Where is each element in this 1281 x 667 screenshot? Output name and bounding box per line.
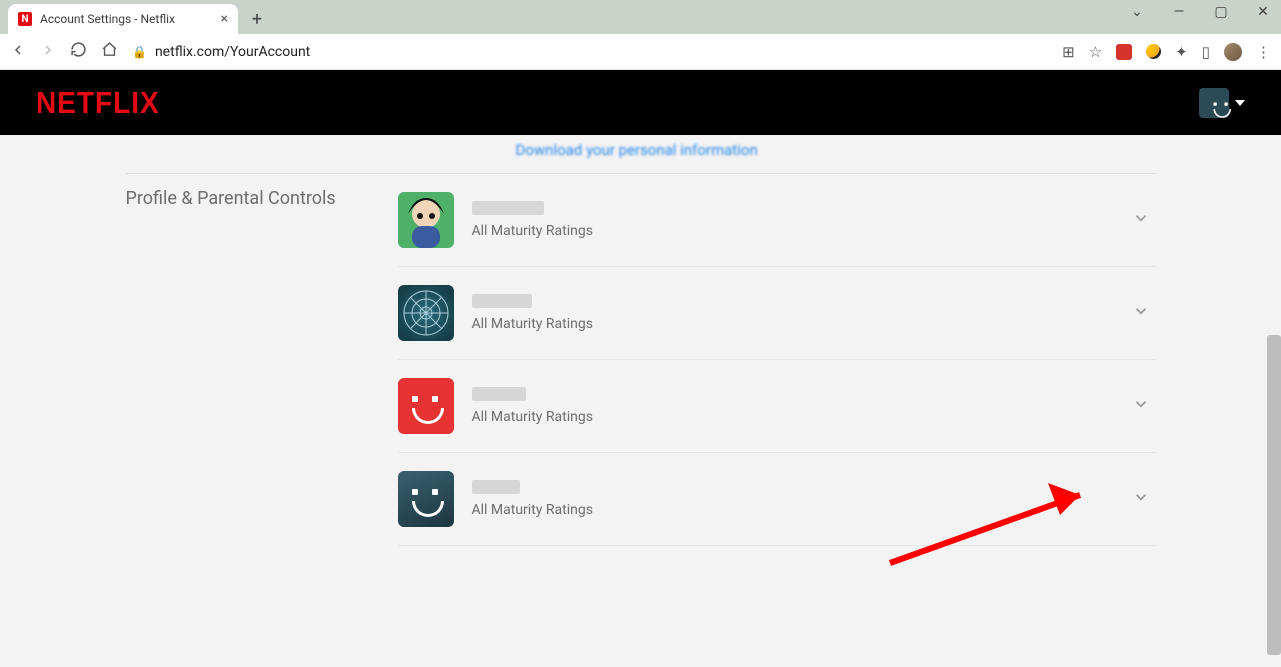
close-window-icon[interactable]: ✕ — [1251, 4, 1275, 20]
profile-avatar — [398, 192, 454, 248]
chevron-down-icon[interactable] — [1132, 395, 1150, 417]
shield-extension-icon[interactable] — [1116, 44, 1132, 60]
browser-profile-icon[interactable] — [1224, 43, 1242, 61]
tab-strip: N Account Settings - Netflix × + — [0, 0, 1281, 34]
profile-row[interactable]: All Maturity Ratings — [398, 188, 1156, 267]
tab-title: Account Settings - Netflix — [40, 12, 175, 26]
chevron-down-icon[interactable] — [1132, 488, 1150, 510]
profile-info: All Maturity Ratings — [472, 387, 593, 425]
profile-rating: All Maturity Ratings — [472, 316, 593, 332]
profile-avatar — [398, 378, 454, 434]
download-personal-info-link[interactable]: Download your personal information — [516, 135, 1156, 173]
profile-name-redacted — [472, 387, 526, 401]
extension-icons: ⊞ ☆ ✦ ▯ ⋮ — [1062, 43, 1271, 61]
minimize-icon[interactable]: — — [1167, 4, 1191, 20]
profile-name-redacted — [472, 294, 532, 308]
profile-row[interactable]: All Maturity Ratings — [398, 360, 1156, 453]
profile-info: All Maturity Ratings — [472, 294, 593, 332]
caret-down-icon — [1235, 100, 1245, 106]
profile-rating: All Maturity Ratings — [472, 502, 593, 518]
chevron-down-icon[interactable]: ⌄ — [1125, 4, 1149, 20]
close-tab-icon[interactable]: × — [221, 11, 228, 27]
window-controls: ⌄ — ▢ ✕ — [1125, 4, 1275, 20]
address-bar: 🔒 netflix.com/YourAccount ⊞ ☆ ✦ ▯ ⋮ — [0, 34, 1281, 70]
profile-rating: All Maturity Ratings — [472, 223, 593, 239]
netflix-header: NETFLIX — [0, 70, 1281, 135]
chevron-down-icon[interactable] — [1132, 209, 1150, 231]
maximize-icon[interactable]: ▢ — [1209, 4, 1233, 20]
home-icon[interactable] — [101, 41, 118, 62]
profiles-list: All Maturity Ratings All Maturity Rating… — [398, 188, 1156, 546]
translate-icon[interactable]: ⊞ — [1062, 43, 1075, 61]
profile-name-redacted — [472, 201, 544, 215]
bookmark-icon[interactable]: ☆ — [1089, 43, 1102, 61]
url-text: netflix.com/YourAccount — [155, 44, 310, 60]
lock-icon: 🔒 — [132, 45, 147, 59]
profile-row[interactable]: All Maturity Ratings — [398, 453, 1156, 546]
side-panel-icon[interactable]: ▯ — [1202, 43, 1210, 61]
menu-icon[interactable]: ⋮ — [1256, 43, 1271, 61]
back-icon[interactable] — [10, 42, 26, 62]
address-field[interactable]: 🔒 netflix.com/YourAccount — [132, 44, 310, 60]
parental-controls-section: Profile & Parental Controls All Maturity… — [126, 173, 1156, 546]
profile-name-redacted — [472, 480, 520, 494]
header-profile-menu[interactable] — [1199, 88, 1245, 118]
browser-tab[interactable]: N Account Settings - Netflix × — [8, 4, 238, 34]
netflix-logo[interactable]: NETFLIX — [36, 85, 160, 120]
nav-icons — [10, 41, 118, 62]
page-content: Download your personal information Profi… — [0, 135, 1281, 667]
netflix-favicon: N — [18, 12, 32, 26]
section-title: Profile & Parental Controls — [126, 188, 398, 546]
header-avatar — [1199, 88, 1229, 118]
profile-avatar — [398, 285, 454, 341]
browser-chrome: ⌄ — ▢ ✕ N Account Settings - Netflix × + — [0, 0, 1281, 70]
profile-avatar — [398, 471, 454, 527]
scrollbar[interactable] — [1267, 335, 1281, 655]
extensions-icon[interactable]: ✦ — [1175, 43, 1188, 61]
new-tab-button[interactable]: + — [244, 6, 270, 32]
profile-rating: All Maturity Ratings — [472, 409, 593, 425]
profile-info: All Maturity Ratings — [472, 480, 593, 518]
forward-icon[interactable] — [40, 42, 56, 62]
reload-icon[interactable] — [70, 41, 87, 62]
chevron-down-icon[interactable] — [1132, 302, 1150, 324]
color-extension-icon[interactable] — [1146, 44, 1161, 59]
profile-row[interactable]: All Maturity Ratings — [398, 267, 1156, 360]
profile-info: All Maturity Ratings — [472, 201, 593, 239]
